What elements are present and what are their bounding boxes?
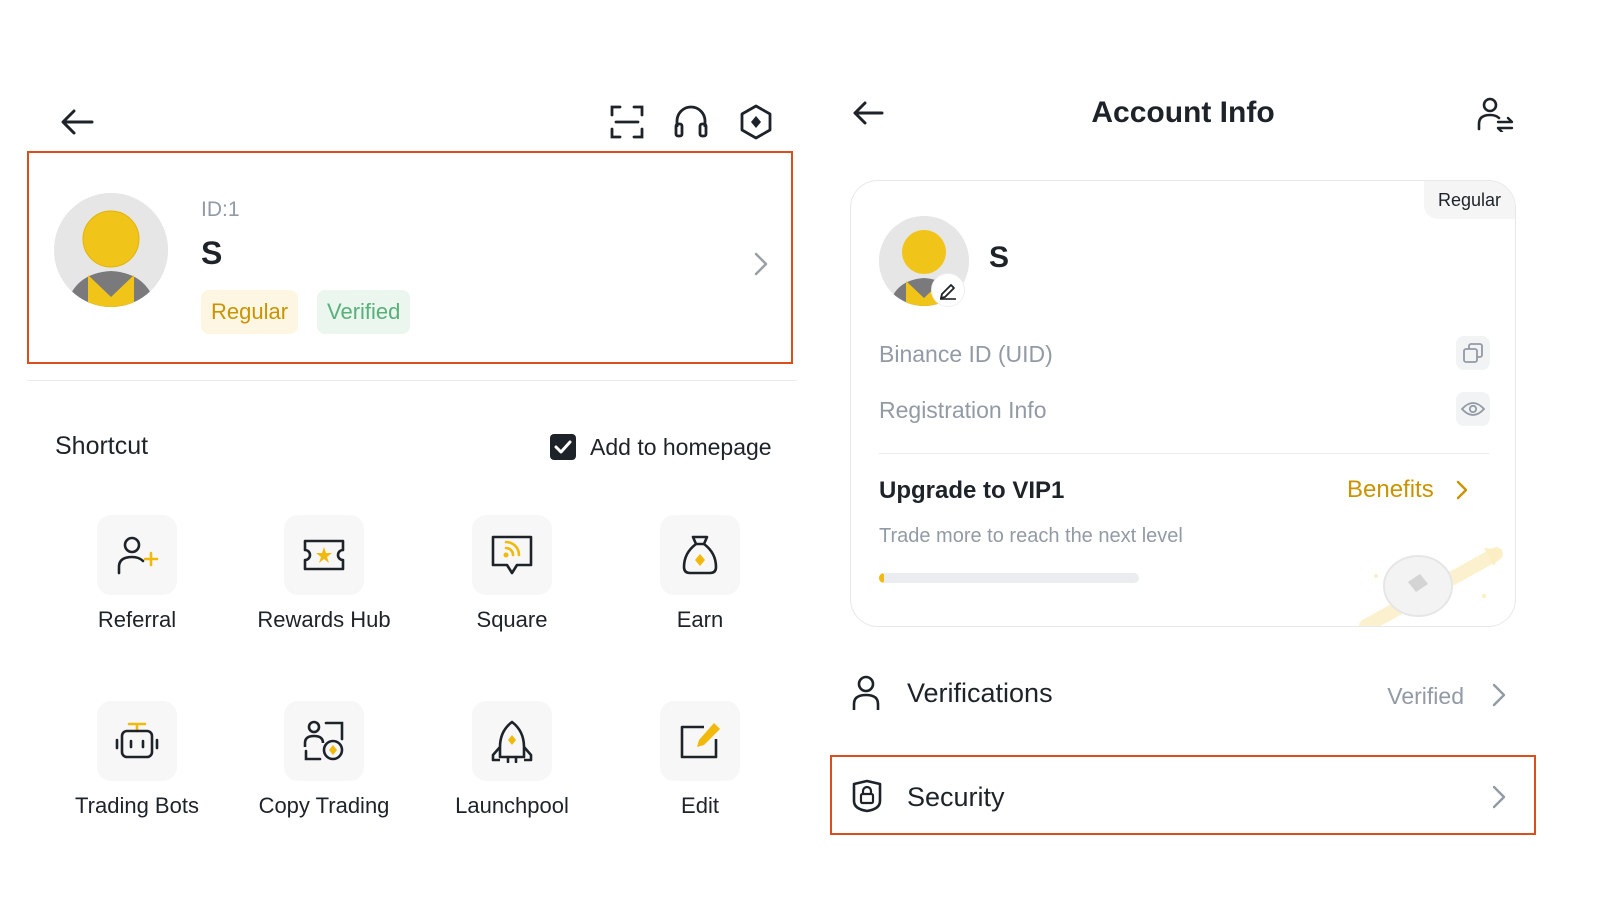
upgrade-subtitle: Trade more to reach the next level — [879, 525, 1183, 547]
copy-uid-button[interactable] — [1456, 336, 1490, 370]
shortcut-earn[interactable]: Earn — [610, 515, 790, 665]
user-name: S — [201, 235, 223, 271]
shortcut-referral[interactable]: Referral — [47, 515, 227, 665]
shortcut-label: Rewards Hub — [257, 607, 391, 632]
upgrade-title: Upgrade to VIP1 — [879, 477, 1065, 504]
edit-icon — [680, 723, 720, 759]
shortcut-title: Shortcut — [55, 432, 149, 460]
shortcut-rewards-hub[interactable]: Rewards Hub — [234, 515, 414, 665]
shortcut-icon-box — [284, 701, 364, 781]
switch-account-icon — [1477, 97, 1514, 132]
chevron-right-icon — [1492, 785, 1506, 809]
back-button[interactable] — [57, 102, 97, 142]
profile-card[interactable]: ID:1 S Regular Verified — [27, 151, 793, 364]
benefits-label: Benefits — [1347, 476, 1434, 503]
regular-badge: Regular — [1423, 181, 1515, 219]
reveal-registration-button[interactable] — [1456, 392, 1490, 426]
security-label: Security — [907, 782, 1005, 812]
registration-info-label: Registration Info — [879, 397, 1047, 423]
card-divider — [879, 453, 1489, 454]
scan-icon — [610, 105, 644, 139]
shortcut-icon-box — [472, 515, 552, 595]
shortcut-icon-box — [660, 701, 740, 781]
shortcut-label: Square — [476, 607, 548, 632]
avatar — [54, 193, 168, 307]
rewards-hub-icon — [303, 539, 345, 571]
benefits-link[interactable]: Benefits — [1347, 475, 1468, 505]
trading-bots-icon — [115, 722, 159, 759]
shortcut-icon-box — [472, 701, 552, 781]
shortcut-icon-box — [660, 515, 740, 595]
scan-button[interactable] — [607, 102, 647, 142]
page-title: Account Info — [1091, 96, 1275, 129]
copy-trading-icon — [303, 720, 344, 761]
shortcut-label: Earn — [676, 607, 724, 632]
shortcut-label: Trading Bots — [75, 793, 199, 818]
launchpool-icon — [491, 720, 533, 763]
pencil-icon — [940, 284, 956, 300]
switch-account-button[interactable] — [1475, 94, 1515, 134]
copy-icon — [1463, 343, 1483, 363]
account-card: Regular S Binance ID (UID) Registration … — [850, 180, 1516, 627]
user-name: S — [989, 241, 1010, 274]
user-id: ID:1 — [201, 198, 240, 221]
add-to-homepage-checkbox[interactable] — [550, 434, 576, 460]
vip-coin-illustration — [1359, 547, 1503, 626]
shortcut-icon-box — [97, 701, 177, 781]
verifications-label: Verifications — [907, 678, 1053, 708]
security-row[interactable]: Security — [830, 755, 1536, 835]
add-to-homepage-label: Add to homepage — [590, 434, 772, 460]
shortcut-label: Edit — [681, 793, 719, 818]
headset-icon — [674, 105, 708, 138]
avatar-icon — [54, 193, 168, 307]
uid-label: Binance ID (UID) — [879, 341, 1053, 367]
square-icon — [491, 535, 533, 575]
user-icon — [852, 675, 880, 710]
chevron-right-icon — [1456, 480, 1467, 500]
vip-progress-fill — [879, 573, 885, 583]
shortcut-launchpool[interactable]: Launchpool — [422, 701, 602, 851]
arrow-left-icon — [61, 109, 94, 135]
shortcut-label: Copy Trading — [258, 793, 390, 818]
support-button[interactable] — [671, 102, 711, 142]
settings-button[interactable] — [736, 102, 776, 142]
verifications-status: Verified — [1387, 683, 1464, 709]
right-panel: Account Info Regular S Binance ID (UID) — [830, 0, 1600, 900]
shortcut-label: Referral — [97, 607, 177, 632]
regular-badge: Regular — [201, 290, 299, 334]
shortcut-label: Launchpool — [455, 793, 569, 818]
checkmark-icon — [554, 440, 572, 454]
earn-icon — [682, 535, 718, 575]
shortcut-copy-trading[interactable]: Copy Trading — [234, 701, 414, 851]
shortcut-icon-box — [97, 515, 177, 595]
chevron-right-icon — [754, 252, 768, 276]
shortcut-trading-bots[interactable]: Trading Bots — [47, 701, 227, 851]
shortcut-edit[interactable]: Edit — [610, 701, 790, 851]
edit-avatar-button[interactable] — [931, 273, 965, 307]
section-divider — [27, 380, 797, 381]
left-panel: ID:1 S Regular Verified Shortcut Add to … — [0, 0, 820, 900]
shortcut-icon-box — [284, 515, 364, 595]
eye-icon — [1461, 402, 1485, 416]
chevron-right-icon — [1492, 683, 1506, 707]
verified-badge: Verified — [317, 290, 411, 334]
shield-lock-icon — [852, 779, 882, 813]
shortcut-square[interactable]: Square — [422, 515, 602, 665]
vip-progress-bar — [879, 573, 1139, 583]
verifications-row[interactable]: Verifications Verified — [830, 655, 1536, 735]
referral-icon — [117, 536, 159, 575]
hexagon-settings-icon — [740, 104, 772, 140]
